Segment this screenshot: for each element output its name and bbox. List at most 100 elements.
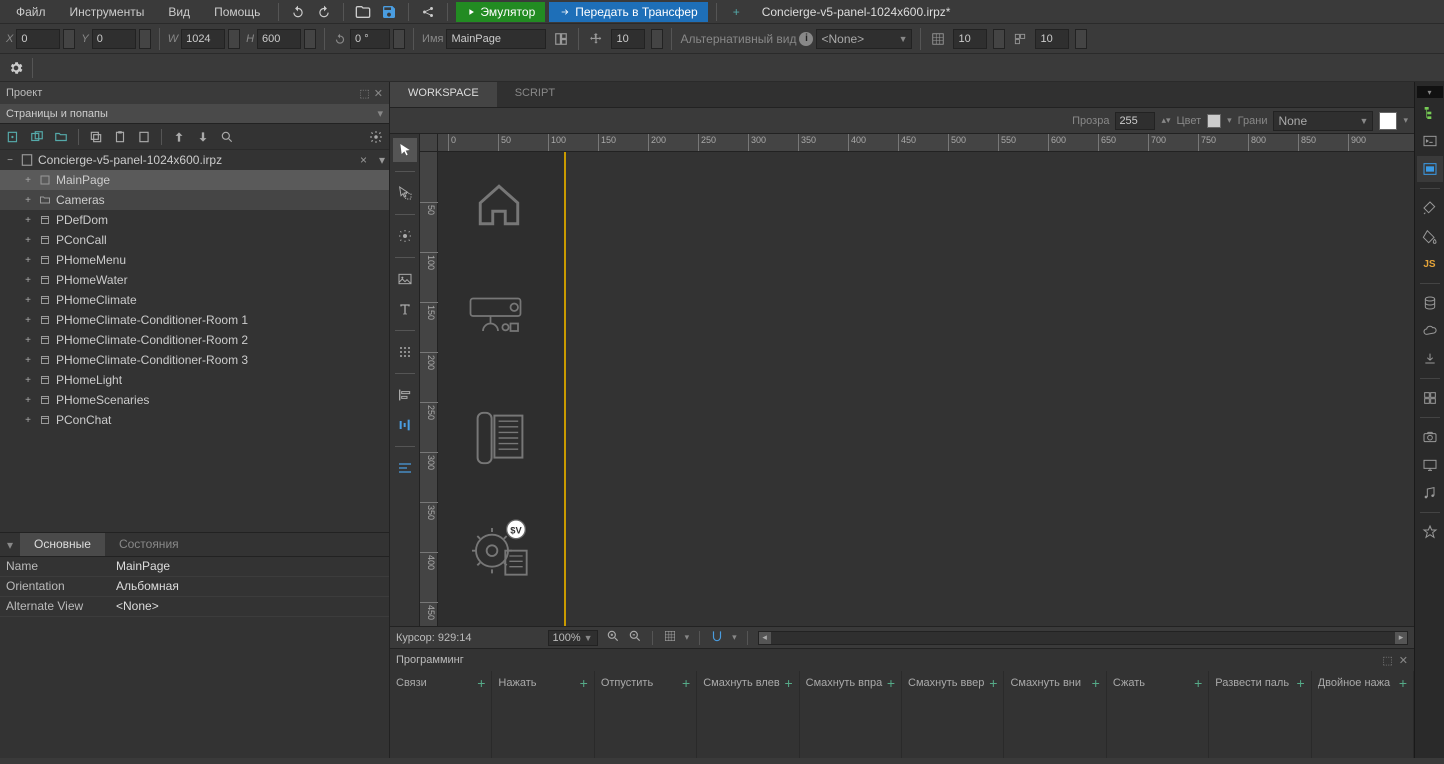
rail-download-icon[interactable]	[1417, 346, 1443, 372]
canvas[interactable]: 0501001502002503003504004505005506006507…	[420, 134, 1414, 626]
pages-subheader[interactable]: Страницы и попапы ▾	[0, 104, 389, 124]
rail-music-icon[interactable]	[1417, 480, 1443, 506]
chevron-down-icon[interactable]: ▾	[377, 107, 383, 120]
snap2-input[interactable]	[953, 29, 987, 49]
add-page-icon[interactable]	[6, 130, 20, 144]
panel-close-icon[interactable]: ✕	[1399, 654, 1408, 667]
layout-icon[interactable]	[552, 30, 570, 48]
tree-expand-icon[interactable]: −	[4, 155, 16, 166]
add-action-icon[interactable]: +	[1399, 675, 1407, 691]
tree-expand-icon[interactable]: +	[22, 175, 34, 186]
fill-dropdown-icon[interactable]: ▾	[1403, 115, 1408, 126]
rotation-spinner[interactable]	[393, 29, 405, 49]
panel-close-icon[interactable]: ✕	[374, 87, 383, 100]
tree-expand-icon[interactable]: +	[22, 215, 34, 226]
move-down-icon[interactable]	[196, 130, 210, 144]
search-icon[interactable]	[220, 130, 234, 144]
h-spinner[interactable]	[304, 29, 316, 49]
rail-tree-icon[interactable]	[1417, 100, 1443, 126]
zoom-level[interactable]: 100%▼	[548, 630, 598, 646]
add-action-icon[interactable]: +	[1092, 675, 1100, 691]
camera-page-icon[interactable]	[468, 296, 528, 336]
copy-icon[interactable]	[89, 130, 103, 144]
rail-camera-icon[interactable]	[1417, 424, 1443, 450]
props-tab-main[interactable]: Основные	[20, 533, 105, 556]
page-preview[interactable]: $V	[438, 152, 566, 626]
transparency-input[interactable]	[1115, 112, 1155, 130]
tree-item[interactable]: +PHomeClimate	[0, 290, 389, 310]
tree-item[interactable]: +PHomeLight	[0, 370, 389, 390]
new-tab-button[interactable]: +	[725, 3, 748, 21]
tab-script[interactable]: SCRIPT	[497, 82, 573, 107]
fill-swatch[interactable]	[1379, 112, 1397, 130]
tree-expand-icon[interactable]: +	[22, 235, 34, 246]
grid-toggle-icon[interactable]	[663, 629, 677, 646]
project-tree[interactable]: − Concierge-v5-panel-1024x600.irpz × ▾ +…	[0, 150, 389, 532]
add-action-icon[interactable]: +	[580, 675, 588, 691]
altview-select[interactable]: <None>▼	[816, 29, 912, 49]
distribute-tool-icon[interactable]	[393, 413, 417, 437]
snap1-spinner[interactable]	[651, 29, 663, 49]
tree-item[interactable]: +Cameras	[0, 190, 389, 210]
snap2-spinner[interactable]	[993, 29, 1005, 49]
add-action-icon[interactable]: +	[1296, 675, 1304, 691]
panel-pin-icon[interactable]: ⬚	[359, 87, 369, 100]
add-action-icon[interactable]: +	[682, 675, 690, 691]
tree-expand-icon[interactable]: +	[22, 275, 34, 286]
rail-console-icon[interactable]	[1417, 128, 1443, 154]
tree-expand-icon[interactable]: +	[22, 315, 34, 326]
tree-expand-icon[interactable]: +	[22, 415, 34, 426]
rail-js-icon[interactable]: JS	[1417, 251, 1443, 277]
add-action-icon[interactable]: +	[1194, 675, 1202, 691]
property-row[interactable]: OrientationАльбомная	[0, 577, 389, 597]
grid-tool-icon[interactable]	[393, 340, 417, 364]
props-tab-states[interactable]: Состояния	[105, 533, 193, 556]
emulator-button[interactable]: Эмулятор	[456, 2, 545, 22]
undo-icon[interactable]	[287, 1, 309, 23]
snap-move-icon[interactable]	[587, 30, 605, 48]
horizontal-ruler[interactable]: 0501001502002503003504004505005506006507…	[438, 134, 1414, 152]
save-icon[interactable]	[378, 1, 400, 23]
rail-star-icon[interactable]	[1417, 519, 1443, 545]
rail-display-icon[interactable]	[1417, 452, 1443, 478]
snap1-input[interactable]	[611, 29, 645, 49]
tree-expand-icon[interactable]: +	[22, 335, 34, 346]
tree-item[interactable]: +PHomeClimate-Conditioner-Room 1	[0, 310, 389, 330]
tree-expand-icon[interactable]: +	[22, 195, 34, 206]
tree-expand-icon[interactable]: +	[22, 395, 34, 406]
intercom-page-icon[interactable]	[474, 410, 526, 466]
y-spinner[interactable]	[139, 29, 151, 49]
x-spinner[interactable]	[63, 29, 75, 49]
cursor-tool-icon[interactable]	[393, 138, 417, 162]
add-action-icon[interactable]: +	[784, 675, 792, 691]
grid-dropdown-icon[interactable]: ▾	[685, 632, 690, 643]
tree-item[interactable]: +PHomeClimate-Conditioner-Room 3	[0, 350, 389, 370]
property-row[interactable]: Alternate View<None>	[0, 597, 389, 617]
rail-cloud-icon[interactable]	[1417, 318, 1443, 344]
tree-root[interactable]: − Concierge-v5-panel-1024x600.irpz × ▾	[0, 150, 389, 170]
add-popup-icon[interactable]	[30, 130, 44, 144]
folder-open-icon[interactable]	[352, 1, 374, 23]
home-page-icon[interactable]	[472, 180, 526, 230]
tree-item[interactable]: +PHomeScenaries	[0, 390, 389, 410]
rail-paint-icon[interactable]	[1417, 195, 1443, 221]
select-area-tool-icon[interactable]	[393, 181, 417, 205]
horizontal-scrollbar[interactable]: ◂ ▸	[758, 631, 1408, 645]
tab-workspace[interactable]: WORKSPACE	[390, 82, 497, 107]
tree-item[interactable]: +PDefDom	[0, 210, 389, 230]
property-value[interactable]: MainPage	[110, 557, 389, 576]
color-dropdown-icon[interactable]: ▾	[1227, 115, 1232, 126]
snap-toggle-icon[interactable]	[710, 629, 724, 646]
zoom-in-icon[interactable]	[606, 629, 620, 646]
settings-gear-icon[interactable]	[4, 56, 28, 80]
snap3-spinner[interactable]	[1075, 29, 1087, 49]
project-menu-icon[interactable]: ▾	[375, 153, 389, 167]
tree-expand-icon[interactable]: +	[22, 375, 34, 386]
tree-item[interactable]: +PConChat	[0, 410, 389, 430]
y-input[interactable]	[92, 29, 136, 49]
info-icon[interactable]: i	[799, 32, 813, 46]
move-up-icon[interactable]	[172, 130, 186, 144]
rotation-input[interactable]	[350, 29, 390, 49]
x-input[interactable]	[16, 29, 60, 49]
add-folder-icon[interactable]	[54, 130, 68, 144]
